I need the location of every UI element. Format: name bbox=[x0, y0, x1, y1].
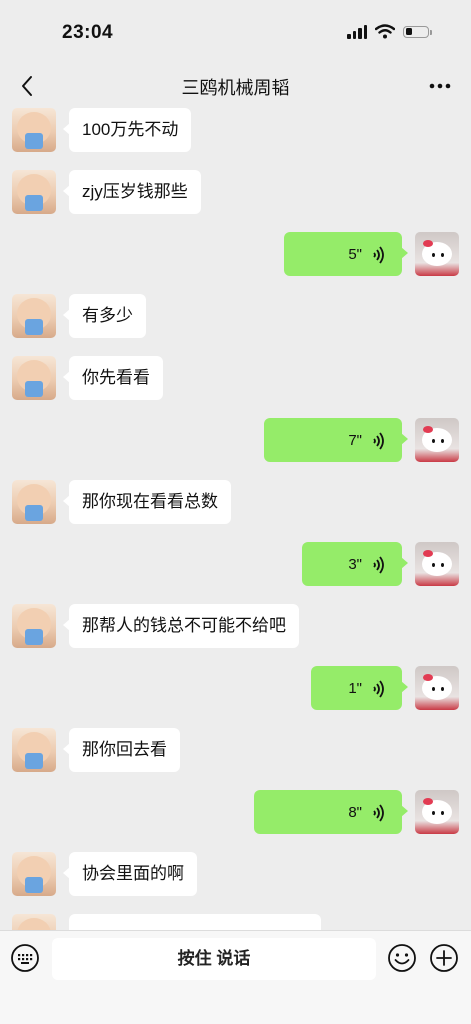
battery-icon bbox=[403, 25, 432, 38]
voice-wave-icon bbox=[373, 803, 384, 822]
voice-duration: 7" bbox=[348, 431, 362, 449]
message-row: 那你回去看 bbox=[0, 728, 471, 776]
message-row: 有多少 bbox=[0, 294, 471, 342]
received-message[interactable]: zjy压岁钱那些 bbox=[63, 170, 201, 214]
chat-title: 三鸥机械周韬 bbox=[181, 78, 290, 98]
more-dots-icon[interactable] bbox=[427, 76, 453, 96]
message-row: 3" bbox=[0, 542, 471, 590]
status-time: 23:04 bbox=[62, 22, 114, 43]
keyboard-icon[interactable] bbox=[10, 943, 40, 973]
message-row bbox=[0, 914, 471, 930]
voice-message[interactable]: 5" bbox=[284, 232, 408, 276]
received-message[interactable]: 有多少 bbox=[63, 294, 146, 338]
contact-avatar[interactable] bbox=[12, 108, 56, 152]
voice-message[interactable]: 8" bbox=[254, 790, 408, 834]
voice-wave-icon bbox=[373, 431, 384, 450]
chat-area[interactable]: 100万先不动 zjy压岁钱那些 5" 有多少 你先看看 7" 那你现在看看总数… bbox=[0, 104, 471, 930]
message-row: 8" bbox=[0, 790, 471, 838]
contact-avatar[interactable] bbox=[12, 294, 56, 338]
voice-message[interactable]: 7" bbox=[264, 418, 408, 462]
message-row: 1" bbox=[0, 666, 471, 714]
nav-bar: 三鸥机械周韬 bbox=[0, 64, 471, 108]
message-row: 你先看看 bbox=[0, 356, 471, 404]
message-row: zjy压岁钱那些 bbox=[0, 170, 471, 218]
received-message[interactable]: 那你现在看看总数 bbox=[63, 480, 231, 524]
contact-avatar[interactable] bbox=[12, 604, 56, 648]
voice-message[interactable]: 1" bbox=[311, 666, 408, 710]
received-message[interactable]: 那帮人的钱总不可能不给吧 bbox=[63, 604, 299, 648]
received-message[interactable]: 你先看看 bbox=[63, 356, 163, 400]
message-row: 100万先不动 bbox=[0, 108, 471, 156]
voice-duration: 1" bbox=[348, 679, 362, 697]
contact-avatar[interactable] bbox=[12, 170, 56, 214]
status-bar: 23:04 bbox=[0, 0, 471, 64]
received-message[interactable]: 协会里面的啊 bbox=[63, 852, 197, 896]
contact-avatar[interactable] bbox=[12, 914, 56, 930]
contact-avatar[interactable] bbox=[12, 480, 56, 524]
plus-circle-icon[interactable] bbox=[429, 943, 459, 973]
voice-duration: 3" bbox=[348, 555, 362, 573]
voice-duration: 8" bbox=[348, 803, 362, 821]
wifi-icon bbox=[375, 24, 395, 39]
signal-icon bbox=[347, 24, 367, 39]
contact-avatar[interactable] bbox=[12, 356, 56, 400]
message-row: 那帮人的钱总不可能不给吧 bbox=[0, 604, 471, 652]
self-avatar[interactable] bbox=[415, 418, 459, 462]
voice-wave-icon bbox=[373, 555, 384, 574]
voice-duration: 5" bbox=[348, 245, 362, 263]
contact-avatar[interactable] bbox=[12, 728, 56, 772]
voice-message[interactable]: 3" bbox=[302, 542, 408, 586]
self-avatar[interactable] bbox=[415, 666, 459, 710]
self-avatar[interactable] bbox=[415, 232, 459, 276]
message-row: 5" bbox=[0, 232, 471, 280]
hold-to-talk-button[interactable]: 按住 说话 bbox=[52, 938, 376, 980]
received-message[interactable]: 100万先不动 bbox=[62, 108, 192, 152]
voice-wave-icon bbox=[373, 679, 384, 698]
input-bar: 按住 说话 bbox=[0, 930, 471, 1024]
message-row: 那你现在看看总数 bbox=[0, 480, 471, 528]
message-row: 7" bbox=[0, 418, 471, 466]
contact-avatar[interactable] bbox=[12, 852, 56, 896]
status-icons bbox=[347, 24, 432, 39]
message-row: 协会里面的啊 bbox=[0, 852, 471, 900]
received-message[interactable]: 那你回去看 bbox=[63, 728, 180, 772]
received-message[interactable] bbox=[63, 914, 321, 930]
emoji-icon[interactable] bbox=[387, 943, 417, 973]
self-avatar[interactable] bbox=[415, 542, 459, 586]
self-avatar[interactable] bbox=[415, 790, 459, 834]
voice-wave-icon bbox=[373, 245, 384, 264]
